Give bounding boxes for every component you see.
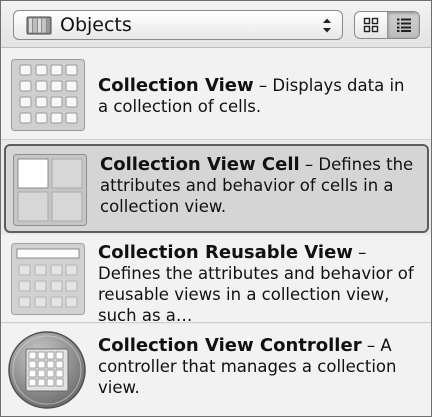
library-selector[interactable]: Objects <box>13 10 343 40</box>
collection-view-icon <box>11 59 85 131</box>
grid-icon <box>363 17 379 33</box>
collection-view-controller-icon <box>8 331 86 409</box>
list-item[interactable]: Collection View – Displays data in a col… <box>1 48 431 140</box>
item-title: Collection View Controller <box>98 335 362 356</box>
library-selector-label: Objects <box>60 14 132 36</box>
list-item[interactable]: Collection Reusable View – Defines the a… <box>1 235 431 325</box>
object-library-panel: Objects Collection View – Displays data … <box>0 0 432 417</box>
object-list: Collection View – Displays data in a col… <box>1 48 431 416</box>
list-icon <box>397 18 411 32</box>
item-title: Collection View Cell <box>100 154 300 175</box>
library-book-icon <box>26 16 52 35</box>
icon-view-button[interactable] <box>355 12 388 38</box>
item-title: Collection View <box>98 75 254 96</box>
item-description: Collection Reusable View – Defines the a… <box>98 242 414 325</box>
item-title: Collection Reusable View <box>98 242 353 263</box>
collection-view-cell-icon <box>13 154 87 226</box>
item-description: Collection View Controller – A controlle… <box>98 335 397 397</box>
collection-reusable-view-icon <box>11 243 85 315</box>
view-mode-toggle <box>354 11 420 39</box>
list-item-selected[interactable]: Collection View Cell – Defines the attri… <box>4 144 429 233</box>
item-description: Collection View – Displays data in a col… <box>98 75 405 116</box>
library-header: Objects <box>1 1 431 48</box>
item-description: Collection View Cell – Defines the attri… <box>100 154 414 216</box>
list-view-button[interactable] <box>388 12 419 38</box>
chevron-up-down-icon <box>323 18 331 33</box>
item-summary: Defines the attributes and behavior of r… <box>98 264 414 325</box>
list-item[interactable]: Collection View Controller – A controlle… <box>1 324 431 416</box>
